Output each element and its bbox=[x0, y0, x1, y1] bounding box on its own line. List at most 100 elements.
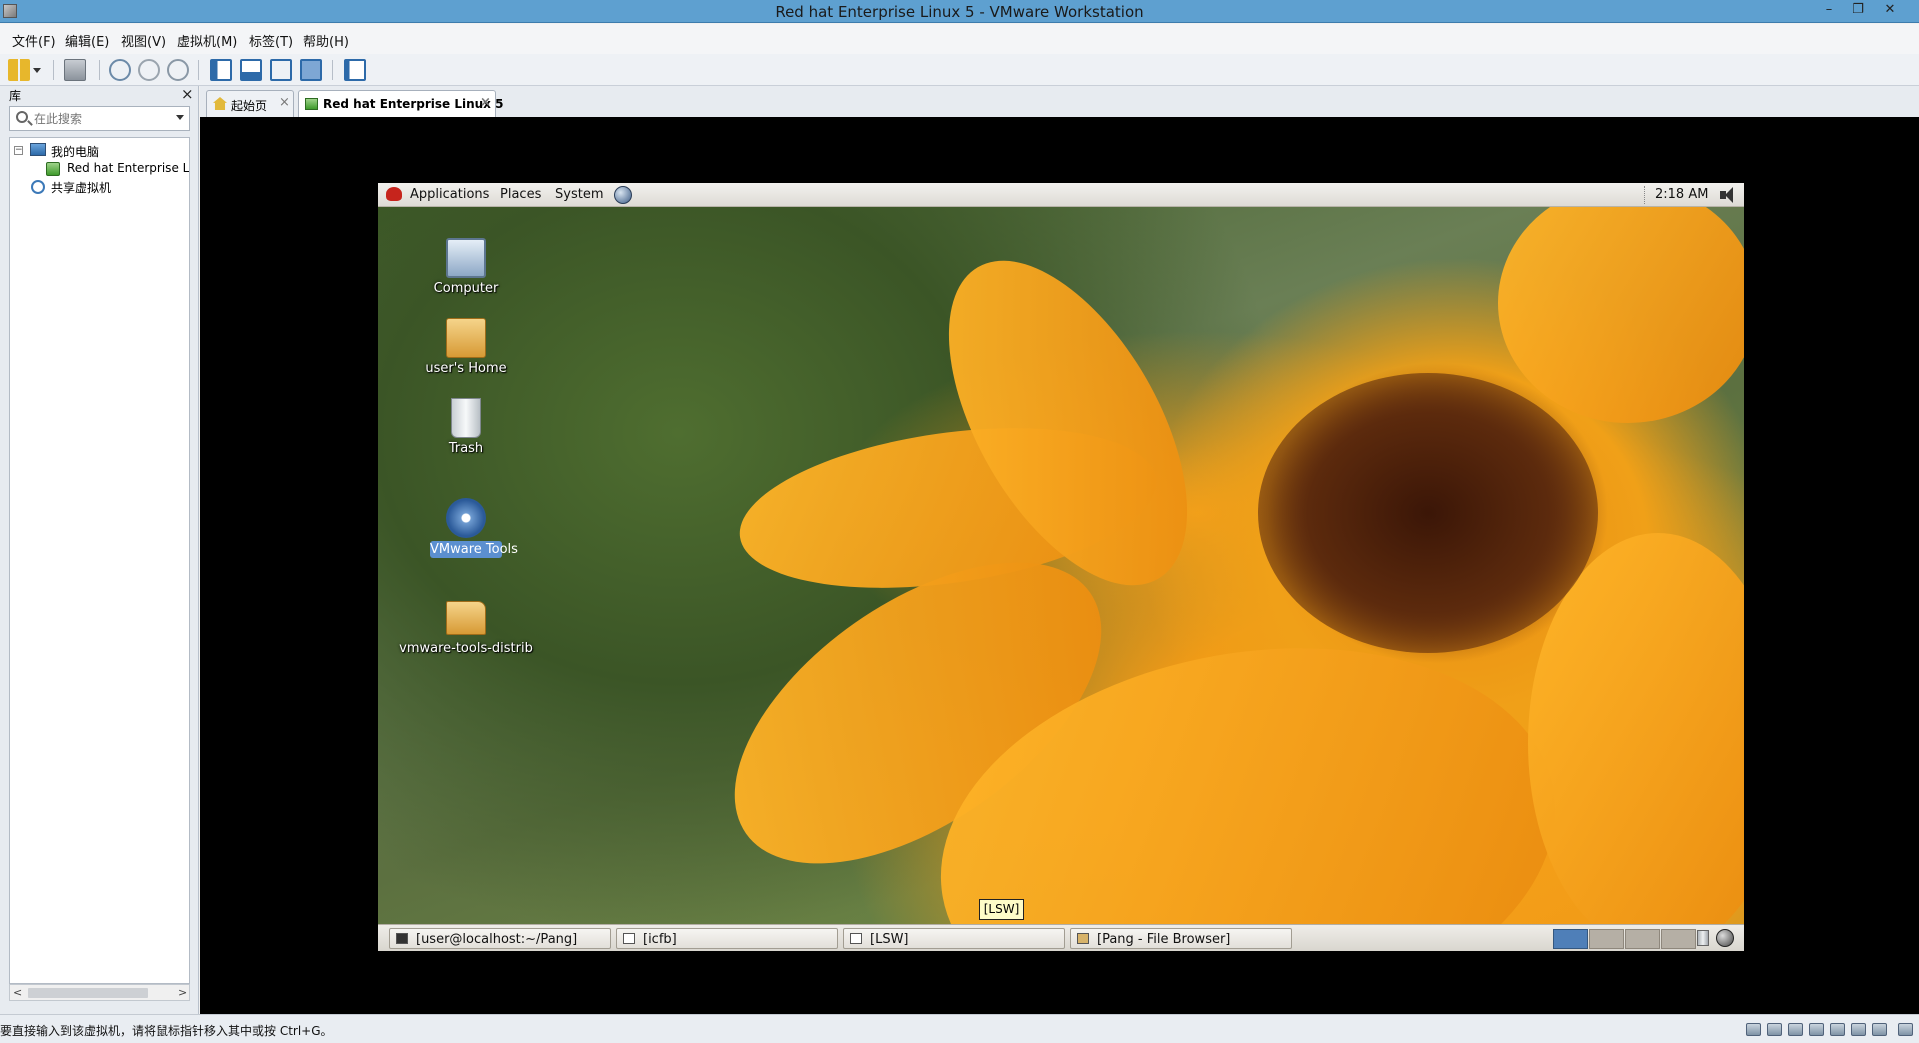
search-icon bbox=[16, 111, 28, 123]
task-label-icfb: [icfb] bbox=[643, 932, 677, 947]
menu-help[interactable]: 帮助(H) bbox=[303, 31, 349, 50]
search-dropdown-icon[interactable] bbox=[176, 115, 184, 120]
trash-applet-icon[interactable] bbox=[1697, 930, 1709, 946]
menu-bar: 文件(F) 编辑(E) 视图(V) 虚拟机(M) 标签(T) 帮助(H) bbox=[0, 24, 1919, 54]
window-title: Red hat Enterprise Linux 5 - VMware Work… bbox=[775, 3, 1144, 21]
library-close-button[interactable]: × bbox=[181, 85, 194, 103]
tab-home[interactable]: 起始页 × bbox=[206, 90, 294, 117]
revert-snapshot-icon[interactable] bbox=[138, 59, 160, 81]
snapshot-icon[interactable] bbox=[109, 59, 131, 81]
menu-vm[interactable]: 虚拟机(M) bbox=[177, 31, 237, 50]
tab-vm-close-icon[interactable]: × bbox=[480, 95, 491, 110]
menu-file[interactable]: 文件(F) bbox=[12, 31, 56, 50]
desktop-label-vmware-tools-distrib: vmware-tools-distrib bbox=[399, 641, 533, 656]
close-window-button[interactable]: ✕ bbox=[1878, 0, 1902, 20]
console-view-icon[interactable] bbox=[344, 59, 366, 81]
task-lsw[interactable]: [LSW] bbox=[843, 928, 1065, 949]
shared-vm-icon bbox=[31, 180, 45, 194]
menu-edit[interactable]: 编辑(E) bbox=[65, 31, 109, 50]
vm-console[interactable]: Applications Places System 2:18 AM Compu… bbox=[200, 117, 1919, 1014]
power-dropdown-icon[interactable] bbox=[32, 59, 42, 81]
gnome-top-panel: Applications Places System 2:18 AM bbox=[378, 183, 1744, 207]
hard-disk-icon[interactable] bbox=[1746, 1023, 1761, 1036]
restore-button[interactable]: ❐ bbox=[1846, 0, 1870, 20]
desktop-label-home: user's Home bbox=[425, 361, 507, 376]
tab-home-close-icon[interactable]: × bbox=[279, 95, 290, 110]
library-pane: 库 × − 我的电脑 Red hat Enterprise L 共享虚拟机 < … bbox=[0, 85, 199, 1014]
tab-vm[interactable]: Red hat Enterprise Linux 5 × bbox=[298, 90, 503, 117]
tree-item-shared-vms[interactable]: 共享虚拟机 bbox=[14, 178, 184, 196]
library-search-box[interactable] bbox=[9, 106, 190, 131]
tree-label-vm: Red hat Enterprise L bbox=[67, 161, 190, 175]
task-label-lsw: [LSW] bbox=[870, 932, 909, 947]
show-desktop-icon[interactable] bbox=[1716, 929, 1734, 947]
floppy-icon[interactable] bbox=[1788, 1023, 1803, 1036]
usb-icon[interactable] bbox=[1830, 1023, 1845, 1036]
desktop-icon-vmware-tools[interactable]: VMware Tools bbox=[411, 498, 521, 564]
trash-icon bbox=[451, 398, 481, 438]
window-titlebar: Red hat Enterprise Linux 5 - VMware Work… bbox=[0, 0, 1919, 23]
task-label-file-browser: [Pang - File Browser] bbox=[1097, 932, 1231, 947]
menu-system[interactable]: System bbox=[555, 187, 603, 202]
task-file-browser[interactable]: [Pang - File Browser] bbox=[1070, 928, 1292, 949]
minimize-button[interactable]: – bbox=[1817, 0, 1841, 20]
menu-applications[interactable]: Applications bbox=[410, 187, 489, 202]
desktop-icon-trash[interactable]: Trash bbox=[411, 398, 521, 460]
desktop-icon-home[interactable]: user's Home bbox=[411, 318, 521, 380]
computer-icon bbox=[446, 238, 486, 278]
snapshot-manager-icon[interactable] bbox=[167, 59, 189, 81]
vm-icon bbox=[46, 162, 60, 176]
cd-dvd-icon[interactable] bbox=[1767, 1023, 1782, 1036]
menu-tabs[interactable]: 标签(T) bbox=[249, 31, 293, 50]
unity-icon[interactable] bbox=[300, 59, 322, 81]
dvd-rom-icon bbox=[446, 498, 486, 538]
taskbar-tooltip: [LSW] bbox=[979, 899, 1024, 920]
scroll-left-icon[interactable]: < bbox=[13, 986, 22, 999]
workspace-1[interactable] bbox=[1553, 929, 1588, 949]
send-ctrl-alt-del-icon[interactable] bbox=[64, 59, 86, 81]
desktop-label-trash: Trash bbox=[448, 441, 484, 456]
printer-icon[interactable] bbox=[1851, 1023, 1866, 1036]
scroll-right-icon[interactable]: > bbox=[178, 986, 187, 999]
desktop-wallpaper bbox=[378, 183, 1744, 951]
collapse-icon[interactable]: − bbox=[14, 146, 23, 155]
network-adapter-icon[interactable] bbox=[1809, 1023, 1824, 1036]
tree-label-shared: 共享虚拟机 bbox=[51, 181, 112, 195]
desktop-label-vmware-tools: VMware Tools bbox=[430, 541, 518, 558]
home-icon bbox=[213, 97, 227, 110]
redhat-icon bbox=[386, 187, 402, 201]
menu-view[interactable]: 视图(V) bbox=[121, 31, 166, 50]
panel-clock[interactable]: 2:18 AM bbox=[1655, 187, 1708, 202]
library-horizontal-scrollbar[interactable]: < > bbox=[9, 984, 190, 1001]
workspace-2[interactable] bbox=[1589, 929, 1624, 949]
sound-card-icon[interactable] bbox=[1872, 1023, 1887, 1036]
desktop-icon-vmware-tools-distrib[interactable]: vmware-tools-distrib bbox=[391, 598, 541, 660]
window-icon bbox=[623, 933, 635, 944]
tree-item-my-computer[interactable]: − 我的电脑 bbox=[14, 142, 184, 160]
task-terminal[interactable]: [user@localhost:~/Pang] bbox=[389, 928, 611, 949]
workspace-4[interactable] bbox=[1661, 929, 1696, 949]
menu-places[interactable]: Places bbox=[500, 187, 541, 202]
workspace-3[interactable] bbox=[1625, 929, 1660, 949]
scroll-thumb[interactable] bbox=[28, 988, 148, 998]
toolbar bbox=[0, 54, 1919, 86]
network-icon[interactable] bbox=[614, 186, 632, 204]
file-browser-icon bbox=[1077, 933, 1089, 944]
status-bar: 要直接输入到该虚拟机，请将鼠标指针移入其中或按 Ctrl+G。 bbox=[0, 1014, 1919, 1043]
fullscreen-icon[interactable] bbox=[270, 59, 292, 81]
tree-item-vm[interactable]: Red hat Enterprise L bbox=[14, 160, 189, 178]
show-library-icon[interactable] bbox=[210, 59, 232, 81]
vm-tab-icon bbox=[305, 98, 318, 110]
tab-vm-label: Red hat Enterprise Linux 5 bbox=[323, 97, 504, 111]
thumbnail-bar-icon[interactable] bbox=[240, 59, 262, 81]
desktop-icon-computer[interactable]: Computer bbox=[411, 238, 521, 300]
computer-icon bbox=[30, 143, 46, 156]
task-icfb[interactable]: [icfb] bbox=[616, 928, 838, 949]
library-search-input[interactable] bbox=[34, 110, 164, 127]
message-log-icon[interactable] bbox=[1898, 1023, 1913, 1036]
status-message: 要直接输入到该虚拟机，请将鼠标指针移入其中或按 Ctrl+G。 bbox=[0, 1024, 333, 1038]
guest-desktop[interactable]: Applications Places System 2:18 AM Compu… bbox=[378, 183, 1744, 951]
volume-icon[interactable] bbox=[1720, 187, 1738, 203]
task-label-terminal: [user@localhost:~/Pang] bbox=[416, 932, 578, 947]
pause-icon[interactable] bbox=[8, 59, 30, 81]
